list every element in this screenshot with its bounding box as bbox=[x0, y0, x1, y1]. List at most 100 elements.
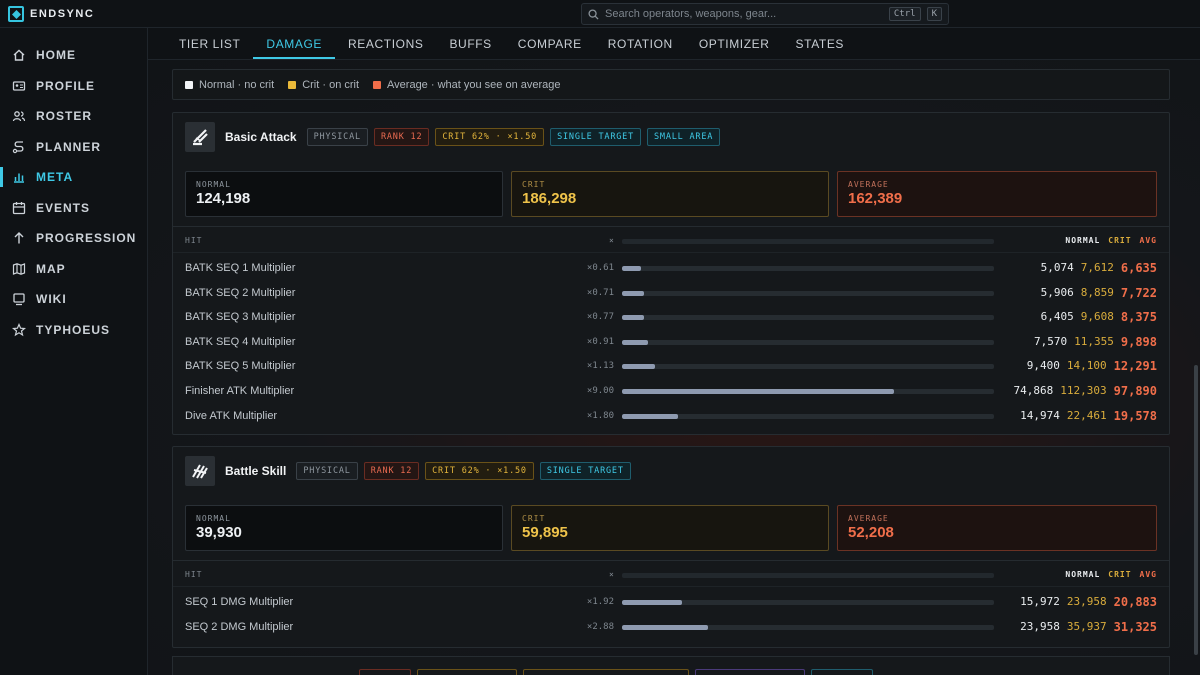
scrollbar[interactable] bbox=[1194, 365, 1198, 655]
legend-swatch bbox=[185, 80, 193, 89]
hit-normal-value: 6,405 bbox=[1040, 310, 1074, 324]
top-bar: ENDSYNC Ctrl K bbox=[0, 0, 1200, 28]
hit-crit-value: 14,100 bbox=[1066, 359, 1107, 373]
sidebar-item-roster[interactable]: ROSTER bbox=[0, 101, 147, 132]
sidebar-item-meta[interactable]: META bbox=[0, 162, 147, 193]
table-row[interactable]: BATK SEQ 3 Multiplier ×0.77 6,405 9,608 8,37… bbox=[185, 305, 1157, 330]
logo-mark-icon bbox=[8, 6, 24, 22]
damage-bar-track bbox=[622, 413, 994, 419]
sidebar-item-label: TYPHOEUS bbox=[36, 322, 111, 337]
table-row[interactable]: BATK SEQ 2 Multiplier ×0.71 5,906 8,859 7,72… bbox=[185, 281, 1157, 306]
skill-tag: CRIT 62% · ×1.50 bbox=[435, 128, 545, 146]
skill-card-header: Basic Attack PHYSICAL RANK 12 CRIT 62% · ×1… bbox=[185, 121, 721, 153]
arrow-up-icon bbox=[14, 232, 24, 244]
map-icon bbox=[12, 262, 26, 275]
sidebar-item-home[interactable]: HOME bbox=[0, 40, 147, 71]
hit-name: Dive ATK Multiplier bbox=[185, 409, 278, 422]
sidebar-item-planner[interactable]: PLANNER bbox=[0, 132, 147, 163]
sidebar-item-label: PROGRESSION bbox=[36, 231, 137, 246]
stat-label: AVERAGE bbox=[848, 514, 889, 523]
column-hit: HIT bbox=[185, 570, 203, 579]
skill-tag: RANK 12 bbox=[373, 128, 430, 146]
legend-label: Normal · no crit bbox=[199, 78, 275, 91]
sidebar-item-typhoeus[interactable]: TYPHOEUS bbox=[0, 315, 147, 346]
damage-bar-track bbox=[622, 364, 994, 370]
tab-reactions[interactable]: REACTIONS bbox=[335, 28, 436, 59]
hit-avg-value: 8,375 bbox=[1120, 310, 1157, 325]
star-icon bbox=[12, 322, 26, 337]
calendar-icon bbox=[12, 201, 26, 214]
divider bbox=[173, 560, 1169, 561]
bar-chart-icon bbox=[14, 173, 24, 183]
sidebar-item-label: EVENTS bbox=[36, 200, 91, 215]
hit-multiplier: ×0.91 bbox=[586, 336, 614, 347]
hit-multiplier: ×0.61 bbox=[586, 263, 614, 273]
tab-damage[interactable]: DAMAGE bbox=[253, 28, 335, 59]
hit-table-header: HIT × NORMAL CRIT AVG bbox=[185, 234, 1157, 248]
damage-bar-fill bbox=[622, 389, 894, 394]
route-icon bbox=[12, 141, 24, 153]
table-row[interactable]: BATK SEQ 4 Multiplier ×0.91 7,570 11,355 9,8… bbox=[185, 330, 1157, 355]
average-damage-stat: AVERAGE 52,208 bbox=[837, 505, 1157, 551]
sidebar-item-events[interactable]: EVENTS bbox=[0, 193, 147, 224]
users-icon bbox=[12, 111, 26, 122]
damage-legend: Normal · no crit Crit · on crit Average · … bbox=[172, 69, 1170, 100]
column-avg: AVG bbox=[1139, 570, 1157, 579]
legend-entry: Normal · no crit bbox=[185, 79, 274, 91]
tab-bar: TIER LIST DAMAGE REACTIONS BUFFS COMPARE ROTA… bbox=[148, 28, 1200, 60]
brand-logo[interactable]: ENDSYNC bbox=[8, 6, 94, 22]
tab-rotation[interactable]: ROTATION bbox=[595, 28, 686, 59]
damage-bar-track bbox=[622, 315, 994, 321]
hit-normal-value: 15,972 bbox=[1020, 595, 1060, 608]
sidebar-item-map[interactable]: MAP bbox=[0, 254, 147, 285]
book-icon bbox=[13, 293, 25, 306]
divider bbox=[173, 252, 1169, 253]
sidebar-item-label: META bbox=[36, 170, 74, 185]
damage-bar-fill bbox=[622, 266, 641, 271]
skill-tag: SINGLE TARGET bbox=[550, 128, 641, 146]
battle-skill-icon bbox=[185, 456, 215, 486]
table-row[interactable]: SEQ 1 DMG Multiplier ×1.92 15,972 23,958 20,… bbox=[185, 590, 1157, 615]
tab-buffs[interactable]: BUFFS bbox=[436, 28, 504, 59]
legend-label: Average · what you see on average bbox=[387, 78, 561, 91]
sidebar-item-wiki[interactable]: WIKI bbox=[0, 284, 147, 315]
table-row[interactable]: Dive ATK Multiplier ×1.80 14,974 22,461 19,5… bbox=[185, 404, 1157, 429]
hit-normal-value: 23,958 bbox=[1020, 619, 1060, 633]
search-box[interactable]: Ctrl K bbox=[581, 3, 949, 25]
table-row[interactable]: SEQ 2 DMG Multiplier ×2.88 23,958 35,937 31,… bbox=[185, 615, 1157, 640]
hit-multiplier: ×1.13 bbox=[586, 361, 614, 372]
sidebar-item-profile[interactable]: PROFILE bbox=[0, 71, 147, 102]
sidebar-item-label: WIKI bbox=[36, 292, 67, 307]
tab-compare[interactable]: COMPARE bbox=[505, 28, 595, 59]
sidebar-item-label: PROFILE bbox=[36, 78, 96, 93]
skill-tag: RANK 12 bbox=[363, 462, 420, 480]
column-crit: CRIT bbox=[1108, 236, 1132, 245]
hit-avg-value: 31,325 bbox=[1113, 619, 1157, 634]
hit-name: SEQ 1 DMG Multiplier bbox=[185, 596, 294, 608]
damage-bar-fill bbox=[622, 290, 645, 296]
sidebar-item-progression[interactable]: PROGRESSION bbox=[0, 223, 147, 254]
skill-tag: PHYSICAL bbox=[306, 128, 368, 146]
table-row[interactable]: BATK SEQ 1 Multiplier ×0.61 5,074 7,612 6,63… bbox=[185, 256, 1157, 281]
damage-bar-fill bbox=[622, 339, 649, 345]
hit-multiplier: ×0.77 bbox=[586, 312, 614, 323]
skill-title: Battle Skill bbox=[225, 464, 287, 478]
tab-optimizer[interactable]: OPTIMIZER bbox=[686, 28, 783, 59]
main-content[interactable]: Normal · no crit Crit · on crit Average · … bbox=[148, 60, 1200, 675]
table-row[interactable]: BATK SEQ 5 Multiplier ×1.13 9,400 14,100 12,… bbox=[185, 354, 1157, 379]
normal-damage-stat: NORMAL 39,930 bbox=[185, 505, 503, 551]
hit-crit-value: 35,937 bbox=[1066, 619, 1107, 633]
search-icon bbox=[588, 8, 599, 20]
table-row[interactable]: Finisher ATK Multiplier ×9.00 74,868 112,30… bbox=[185, 379, 1157, 404]
crit-damage-stat: CRIT 186,298 bbox=[511, 171, 829, 217]
stat-label: CRIT bbox=[522, 180, 546, 189]
hit-crit-value: 112,303 bbox=[1060, 384, 1107, 397]
skill-card-basic-attack: Basic Attack PHYSICAL RANK 12 CRIT 62% · ×1… bbox=[172, 112, 1170, 435]
tab-states[interactable]: STATES bbox=[783, 28, 858, 59]
hit-avg-value: 7,722 bbox=[1120, 285, 1157, 300]
tab-tier-list[interactable]: TIER LIST bbox=[166, 28, 253, 59]
hit-normal-value: 5,074 bbox=[1040, 261, 1074, 274]
skill-tag: SMALL AREA bbox=[647, 128, 721, 146]
hit-normal-value: 74,868 bbox=[1013, 384, 1054, 397]
search-input[interactable] bbox=[605, 8, 883, 20]
